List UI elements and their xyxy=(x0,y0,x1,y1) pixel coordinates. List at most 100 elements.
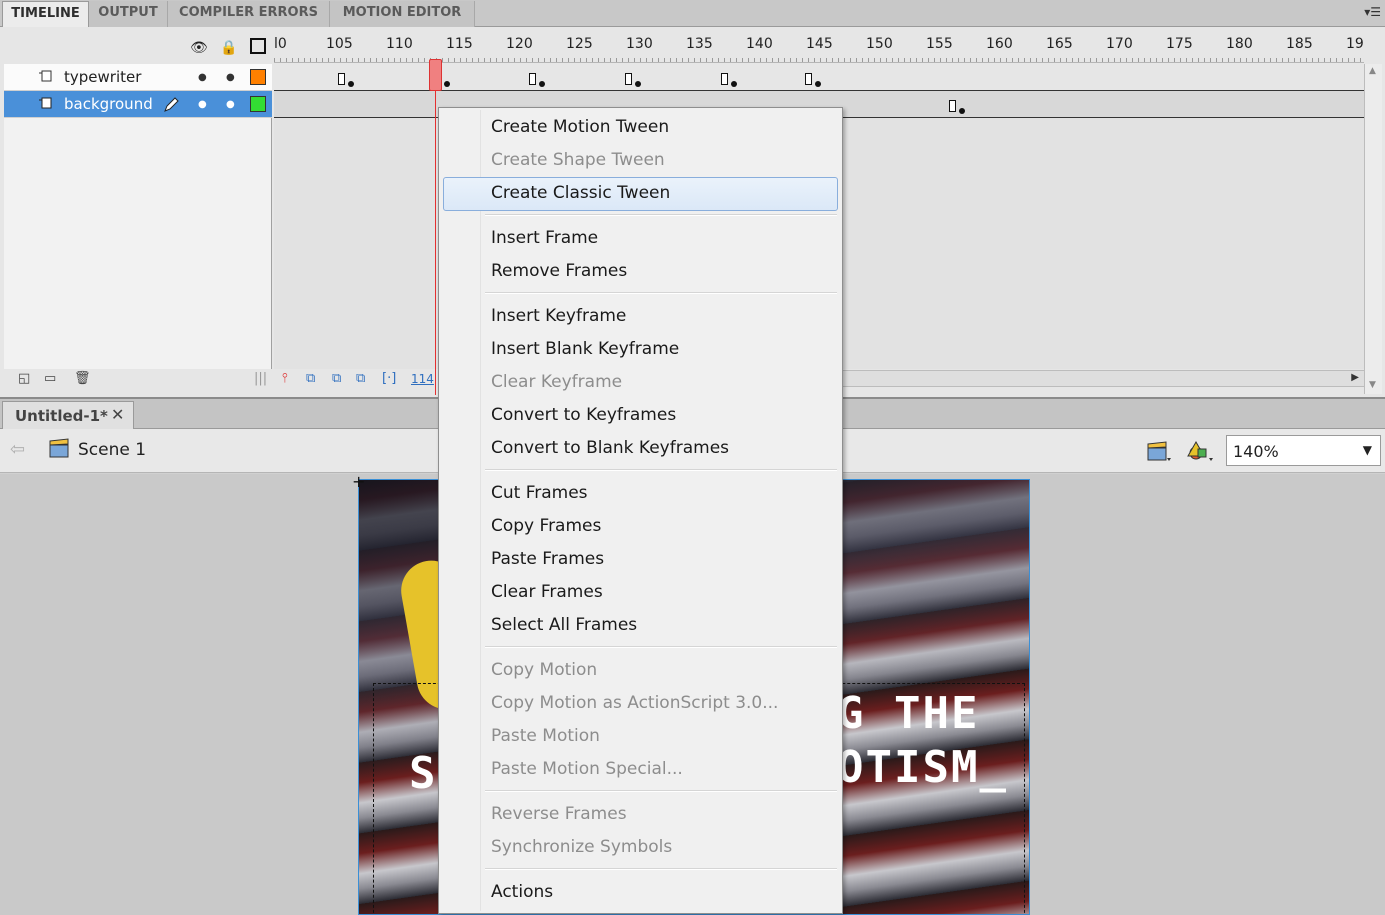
tab-timeline[interactable]: TIMELINE xyxy=(2,1,89,28)
ruler-tick xyxy=(1264,58,1265,62)
menu-item-create-motion-tween[interactable]: Create Motion Tween xyxy=(491,111,669,144)
frame-ruler[interactable]: l0 105 110 115 120 125 130 135 140 145 150 155 160 16… xyxy=(274,27,1364,63)
ruler-tick xyxy=(832,58,833,62)
ruler-tick xyxy=(1192,58,1193,62)
vertical-scrollbar[interactable]: ▲ ▼ xyxy=(1364,64,1382,394)
menu-item-select-all-frames[interactable]: Select All Frames xyxy=(491,609,637,642)
scroll-right-icon[interactable]: ▶ xyxy=(1351,372,1359,383)
layer-list: typewriter ● ● background ● ● xyxy=(4,64,272,369)
menu-separator xyxy=(485,469,837,471)
ruler-tick xyxy=(1156,58,1157,62)
ruler-label: 170 xyxy=(1106,36,1133,52)
menu-item-convert-to-keyframes[interactable]: Convert to Keyframes xyxy=(491,399,676,432)
scroll-down-icon[interactable]: ▼ xyxy=(1369,380,1376,390)
playhead[interactable] xyxy=(429,59,442,91)
ruler-tick xyxy=(730,58,731,62)
menu-item-insert-blank-keyframe[interactable]: Insert Blank Keyframe xyxy=(491,333,679,366)
ruler-tick xyxy=(298,58,299,62)
menu-item-paste-frames[interactable]: Paste Frames xyxy=(491,543,604,576)
tab-output[interactable]: OUTPUT xyxy=(89,1,168,27)
ruler-tick xyxy=(658,58,659,62)
keyframe-dot xyxy=(348,81,354,87)
keyframe[interactable] xyxy=(625,73,632,85)
onion-skin-icon[interactable]: ⧉ xyxy=(306,371,315,386)
ruler-tick xyxy=(1258,58,1259,62)
pencil-icon xyxy=(164,97,179,112)
keyframe[interactable] xyxy=(805,73,812,85)
visibility-dot[interactable]: ● xyxy=(198,99,207,110)
new-folder-icon[interactable]: ▭ xyxy=(44,371,56,386)
splitter-handle[interactable]: ||| xyxy=(254,371,267,386)
back-arrow-icon[interactable]: ⇦ xyxy=(10,439,25,460)
menu-item-create-classic-tween[interactable]: Create Classic Tween xyxy=(491,177,670,210)
keyframe-dot xyxy=(444,81,450,87)
current-frame-number[interactable]: 114 xyxy=(411,372,434,386)
lock-icon[interactable]: 🔒 xyxy=(220,40,237,56)
scroll-up-icon[interactable]: ▲ xyxy=(1369,66,1376,76)
stage-text-fragment: S xyxy=(409,748,436,799)
menu-item-insert-frame[interactable]: Insert Frame xyxy=(491,222,598,255)
eye-icon[interactable]: 👁 xyxy=(190,40,208,56)
ruler-label: 135 xyxy=(686,36,713,52)
timeline-toolbar: ◱ ▭ 🗑 ||| ⫯ ⧉ ⧉ ⧉ [·] 114 xyxy=(4,370,440,390)
zoom-select[interactable]: 140% ▼ xyxy=(1226,435,1381,466)
ruler-tick xyxy=(1018,58,1019,62)
scene-label[interactable]: Scene 1 xyxy=(78,440,146,460)
panel-menu-icon[interactable]: ▾☰ xyxy=(1364,5,1381,19)
layer-background[interactable]: background ● ● xyxy=(4,91,272,118)
ruler-tick xyxy=(1084,58,1085,62)
menu-item-actions[interactable]: Actions xyxy=(491,876,553,909)
ruler-tick xyxy=(598,58,599,62)
ruler-tick xyxy=(802,58,803,62)
ruler-tick xyxy=(592,58,593,62)
modify-markers-icon[interactable]: [·] xyxy=(382,371,396,386)
ruler-tick xyxy=(754,58,755,62)
ruler-tick xyxy=(982,58,983,62)
layer-name: typewriter xyxy=(64,68,142,86)
ruler-tick xyxy=(622,58,623,62)
keyframe[interactable] xyxy=(338,73,345,85)
center-frame-icon[interactable]: ⫯ xyxy=(282,371,288,386)
layer-typewriter[interactable]: typewriter ● ● xyxy=(4,64,272,91)
outline-icon[interactable] xyxy=(250,38,266,54)
keyframe[interactable] xyxy=(529,73,536,85)
menu-item-copy-frames[interactable]: Copy Frames xyxy=(491,510,601,543)
ruler-tick xyxy=(772,58,773,62)
layer-icon xyxy=(39,70,52,82)
visibility-dot[interactable]: ● xyxy=(198,72,207,83)
document-tab[interactable]: Untitled-1* ✕ xyxy=(2,401,134,429)
document-tab-label: Untitled-1* xyxy=(15,407,108,425)
tab-compiler-errors[interactable]: COMPILER ERRORS xyxy=(168,1,330,27)
stage-text-line-2: OTISM_ xyxy=(837,742,1008,793)
ruler-label: 120 xyxy=(506,36,533,52)
tab-motion-editor[interactable]: MOTION EDITOR xyxy=(330,1,475,27)
ruler-label: 175 xyxy=(1166,36,1193,52)
edit-scene-icon[interactable] xyxy=(1146,439,1172,463)
close-icon[interactable]: ✕ xyxy=(111,405,124,424)
outline-color-swatch[interactable] xyxy=(250,69,266,85)
ruler-tick xyxy=(760,58,761,62)
onion-skin-outlines-icon[interactable]: ⧉ xyxy=(332,371,341,386)
keyframe[interactable] xyxy=(721,73,728,85)
edit-multiple-frames-icon[interactable]: ⧉ xyxy=(356,371,365,386)
menu-item-cut-frames[interactable]: Cut Frames xyxy=(491,477,588,510)
lock-dot[interactable]: ● xyxy=(226,72,235,83)
keyframe[interactable] xyxy=(949,100,956,112)
ruler-tick xyxy=(358,58,359,62)
new-layer-icon[interactable]: ◱ xyxy=(18,371,30,386)
menu-item-convert-to-blank-keyframes[interactable]: Convert to Blank Keyframes xyxy=(491,432,729,465)
delete-icon[interactable]: 🗑 xyxy=(74,371,91,386)
ruler-tick xyxy=(904,58,905,62)
menu-item-insert-keyframe[interactable]: Insert Keyframe xyxy=(491,300,626,333)
menu-item-remove-frames[interactable]: Remove Frames xyxy=(491,255,627,288)
outline-color-swatch[interactable] xyxy=(250,96,266,112)
context-menu: Create Motion Tween Create Shape Tween Cre… xyxy=(438,107,843,914)
chevron-down-icon[interactable]: ▼ xyxy=(1363,443,1372,457)
ruler-tick xyxy=(310,58,311,62)
ruler-tick xyxy=(976,58,977,62)
menu-item-clear-frames[interactable]: Clear Frames xyxy=(491,576,603,609)
lock-dot[interactable]: ● xyxy=(226,99,235,110)
ruler-tick xyxy=(748,58,749,62)
edit-symbol-icon[interactable] xyxy=(1186,439,1214,463)
ruler-label: 165 xyxy=(1046,36,1073,52)
